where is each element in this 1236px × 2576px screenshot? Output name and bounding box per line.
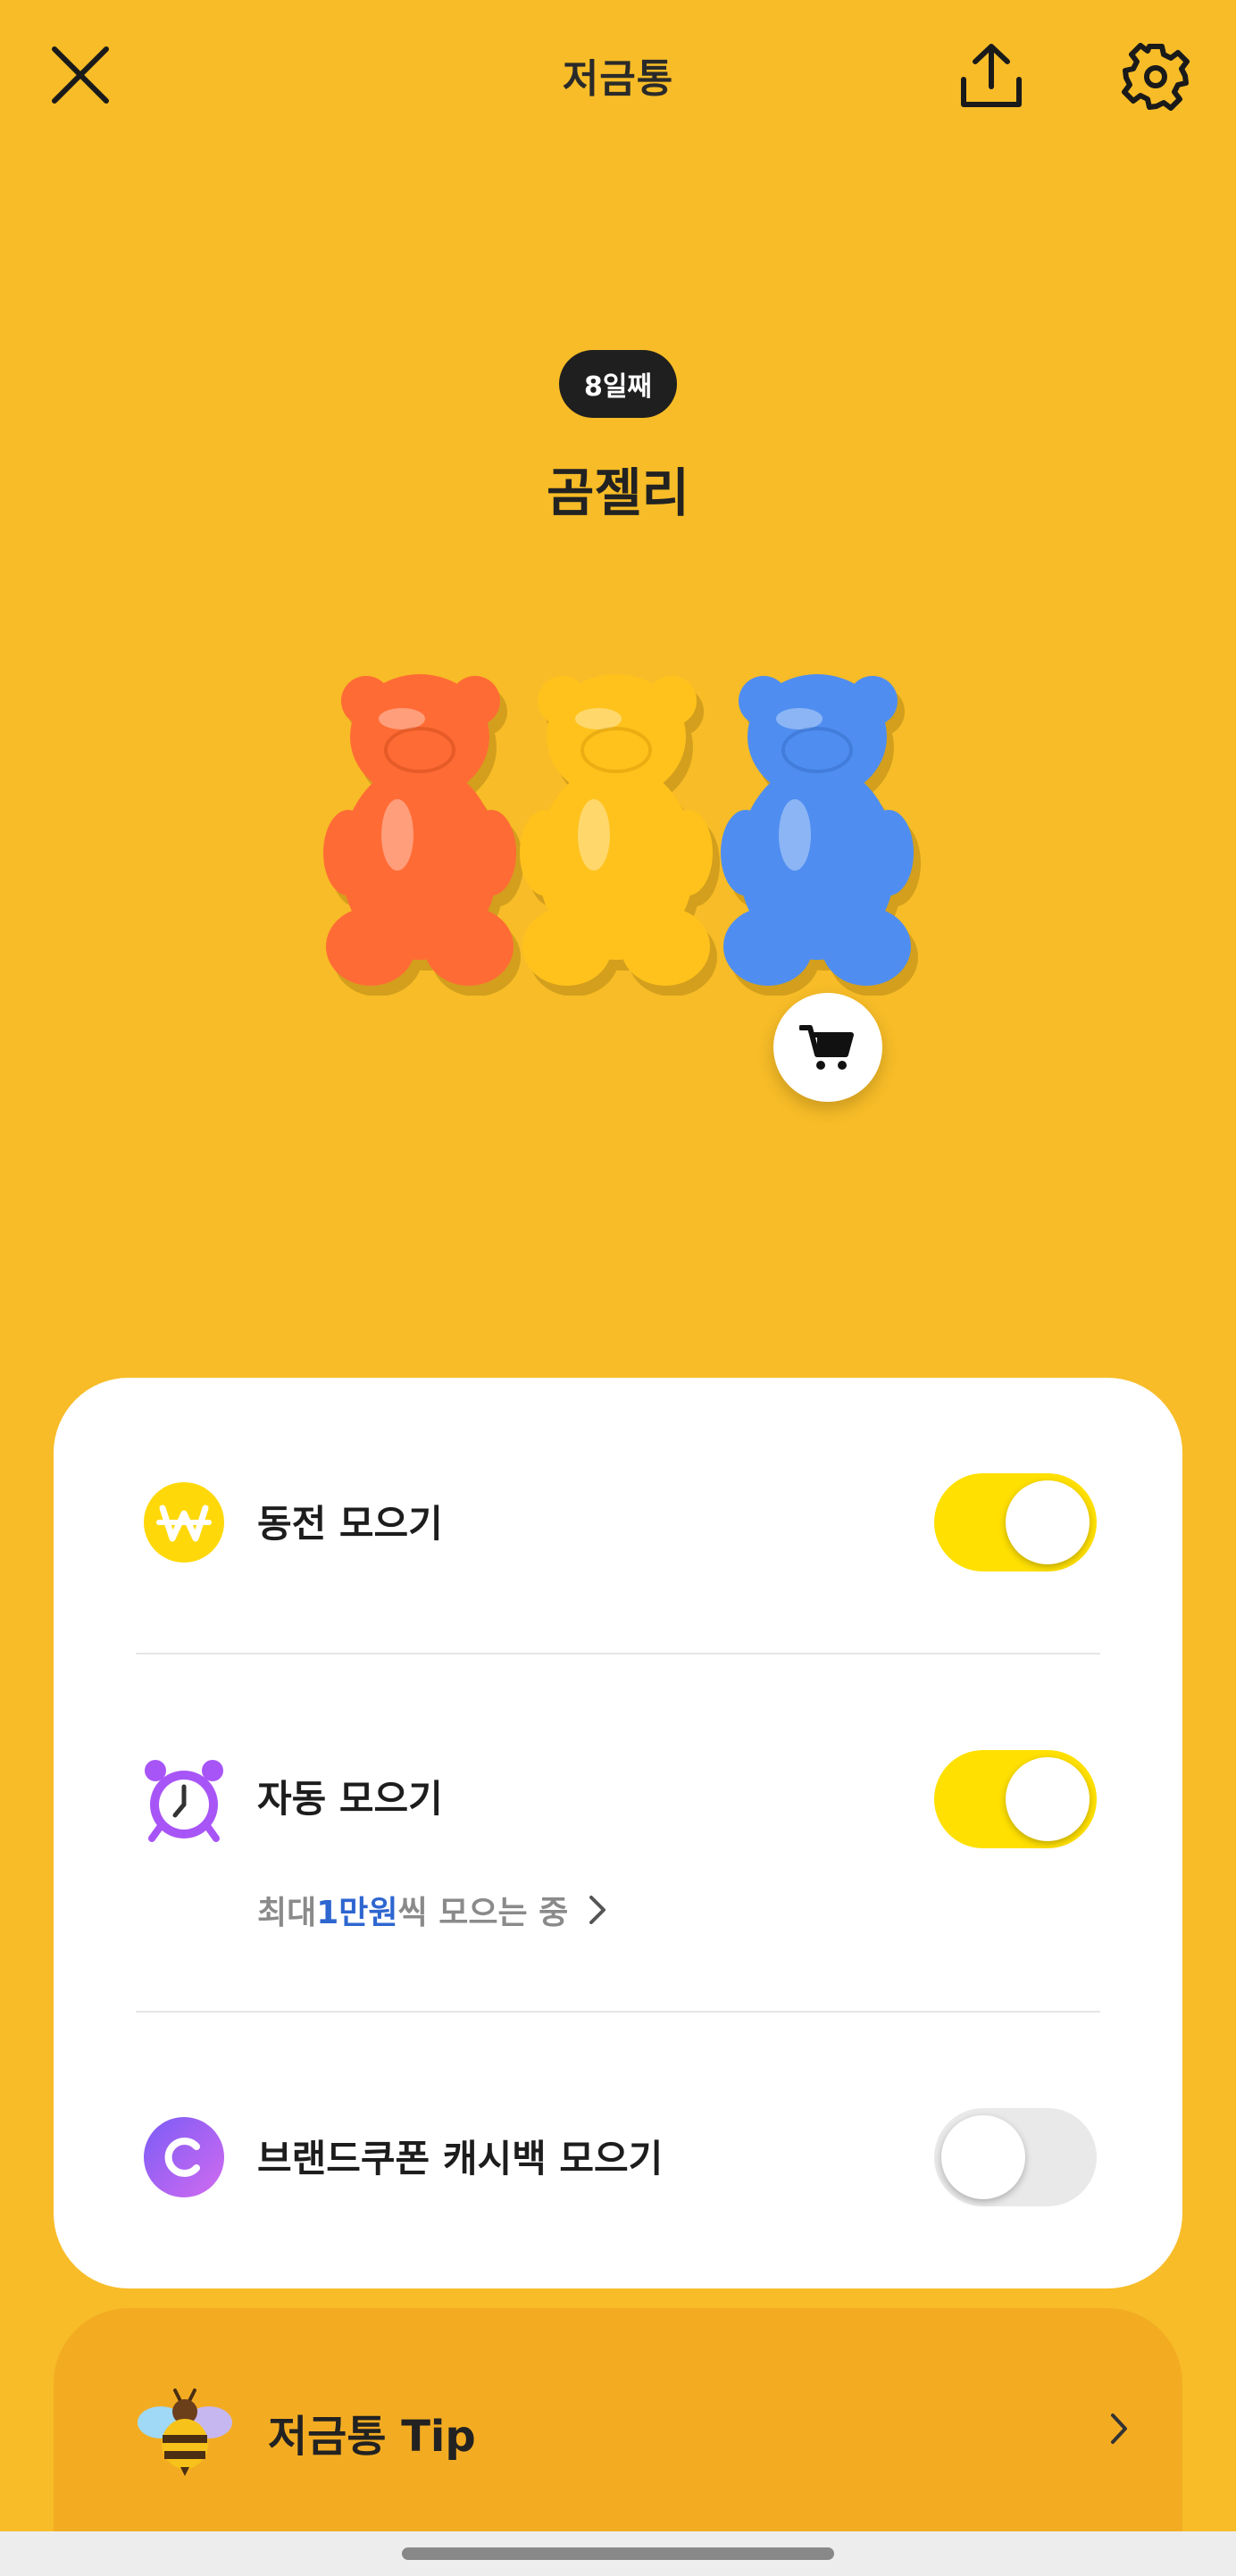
coin-saving-row: 동전 모으기	[54, 1378, 1182, 1681]
home-indicator[interactable]	[402, 2547, 834, 2560]
cart-icon	[799, 1025, 854, 1070]
auto-saving-toggle[interactable]	[934, 1750, 1097, 1848]
bee-icon	[138, 2388, 232, 2476]
cashback-saving-toggle[interactable]	[934, 2108, 1097, 2206]
chevron-right-icon	[1111, 2413, 1127, 2444]
settings-button[interactable]	[1118, 39, 1193, 114]
cashback-c-icon	[143, 2116, 225, 2198]
shop-cart-button[interactable]	[773, 993, 882, 1102]
auto-saving-label: 자동 모으기	[257, 1777, 443, 1821]
savings-options-card: 동전 모으기 자동 모으기 최대 1만원 씩 모으는 중 브랜드쿠폰 캐시백 모…	[54, 1378, 1182, 2288]
share-icon	[961, 44, 1022, 107]
top-bar: 저금통	[0, 0, 1236, 152]
toggle-knob	[941, 2115, 1025, 2199]
auto-saving-detail-link[interactable]: 최대 1만원 씩 모으는 중	[257, 1887, 611, 1933]
share-button[interactable]	[956, 36, 1027, 116]
savings-item-name: 곰젤리	[546, 463, 690, 523]
chevron-right-icon	[589, 1896, 606, 1924]
alarm-clock-icon	[143, 1760, 225, 1842]
auto-saving-suffix: 씩 모으는 중	[397, 1895, 569, 1931]
auto-saving-row: 자동 모으기 최대 1만원 씩 모으는 중	[54, 1655, 1182, 2012]
won-coin-icon	[143, 1481, 225, 1563]
cashback-saving-row: 브랜드쿠폰 캐시백 모으기	[54, 2013, 1182, 2288]
coin-saving-toggle[interactable]	[934, 1473, 1097, 1571]
coin-saving-label: 동전 모으기	[257, 1502, 443, 1546]
cashback-saving-label: 브랜드쿠폰 캐시백 모으기	[257, 2137, 664, 2180]
page-title: 저금통	[562, 56, 674, 102]
auto-saving-amount: 1만원	[316, 1895, 398, 1931]
tip-label: 저금통 Tip	[268, 2412, 476, 2462]
gummy-bears-illustration	[323, 674, 921, 996]
toggle-knob	[1006, 1480, 1090, 1564]
day-count-badge: 8일째	[559, 350, 677, 418]
auto-saving-prefix: 최대	[257, 1895, 317, 1931]
gear-icon	[1122, 43, 1190, 111]
toggle-knob	[1006, 1757, 1090, 1841]
